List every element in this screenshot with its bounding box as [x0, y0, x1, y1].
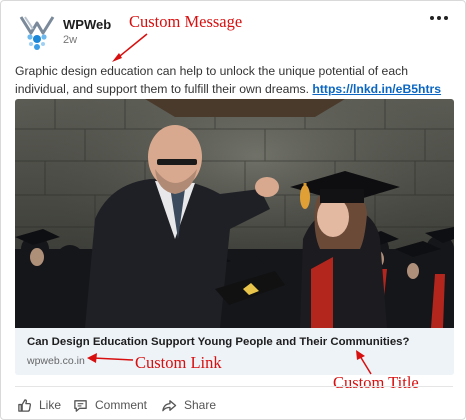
annotation-custom-message: Custom Message: [129, 12, 243, 31]
thumbs-up-icon: [18, 398, 32, 412]
more-options-icon[interactable]: [427, 11, 451, 25]
divider: [15, 386, 453, 387]
link-title[interactable]: Can Design Education Support Young Peopl…: [27, 336, 409, 348]
annotation-arrow-link: [87, 353, 134, 363]
share-label: Share: [184, 398, 217, 412]
author-name[interactable]: WPWeb: [63, 17, 111, 32]
like-button[interactable]: Like: [17, 396, 61, 414]
comment-icon: [74, 399, 87, 412]
annotation-arrow-message: [112, 33, 148, 62]
link-preview[interactable]: Can Design Education Support Young Peopl…: [15, 99, 454, 375]
share-button[interactable]: Share: [161, 396, 216, 414]
comment-button[interactable]: Comment: [73, 396, 147, 414]
link-domain: wpweb.co.in: [27, 355, 85, 367]
post-message: Graphic design education can help to unl…: [15, 62, 455, 98]
post-message-link[interactable]: https://lnkd.in/eB5htrs: [312, 82, 441, 96]
like-label: Like: [39, 398, 62, 412]
post-card: WPWeb 2w Custom Message Graphic design e…: [0, 0, 466, 420]
share-arrow-icon: [162, 399, 177, 411]
annotation-arrow-title: [356, 350, 372, 375]
link-preview-meta[interactable]: Can Design Education Support Young Peopl…: [15, 328, 454, 375]
annotation-custom-title: Custom Title: [333, 373, 419, 392]
author-avatar[interactable]: [15, 13, 59, 53]
annotation-custom-link: Custom Link: [135, 353, 222, 372]
wpweb-logo-icon: [19, 16, 55, 50]
post-time: 2w: [63, 34, 78, 46]
comment-label: Comment: [95, 398, 148, 412]
preview-image: [15, 99, 454, 328]
